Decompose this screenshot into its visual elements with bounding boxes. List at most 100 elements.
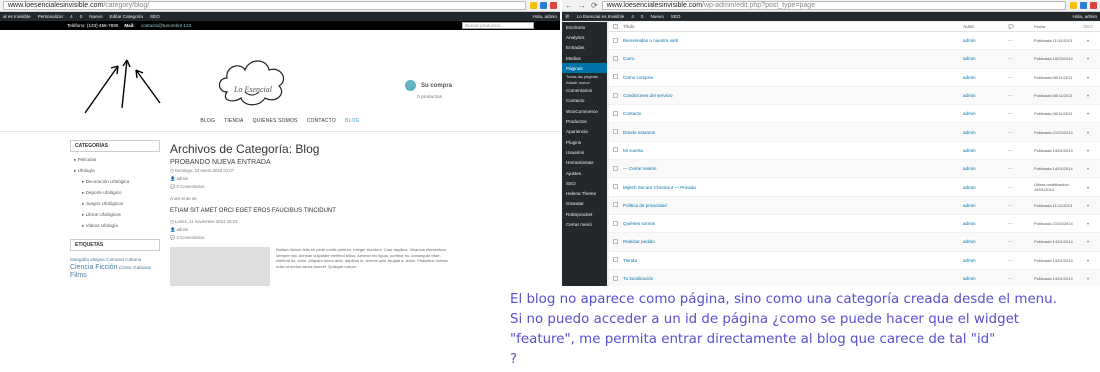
subcategory-item[interactable]: ▸ Juegos Ufológicos [82,201,160,207]
cloud-logo[interactable] [215,50,290,112]
page-title-link[interactable]: Cómo comprar [623,75,963,80]
sidebar-item-comentarios[interactable]: Comentarios [562,85,607,95]
sidebar-item-roksprocket[interactable]: RokSprocket [562,209,607,219]
page-title-link[interactable]: Condiciones del servicio [623,93,963,98]
admin-bar-comments[interactable]: 0 [80,14,83,19]
table-row[interactable]: Mijireh Secure Checkout — Privada admin — Ú… [609,178,1100,197]
table-row[interactable]: — Cerrar sesión admin — Publicada 14/01/201… [609,160,1100,179]
table-row[interactable]: Política de privacidad admin — Publicada 11… [609,196,1100,215]
menu-item-quienes-somos[interactable]: QUIÉNES SOMOS [253,118,298,124]
mail-link[interactable]: contacto@tunombre.123 [141,23,191,28]
row-checkbox[interactable] [609,129,623,135]
cart-widget[interactable]: 🛒 Su compra [405,80,452,91]
row-checkbox[interactable] [609,147,623,153]
sidebar-item-ajustes[interactable]: Ajustes [562,168,607,178]
sidebar-item-herramientas[interactable]: Herramientas [562,158,607,168]
page-title-link[interactable]: Política de privacidad [623,203,963,208]
row-checkbox[interactable] [609,55,623,62]
page-author-link[interactable]: admin [963,166,1008,171]
page-author-link[interactable]: admin [963,276,1008,281]
menu-item-contacto[interactable]: CONTACTO [307,118,336,124]
page-author-link[interactable]: admin [963,221,1008,226]
page-title-link[interactable]: Bienvenidos a nuestra web [623,38,963,43]
page-author-link[interactable]: admin [963,148,1008,153]
sidebar-item-plugins[interactable]: Plugins [562,137,607,147]
sidebar-item-seo[interactable]: SEO [562,178,607,188]
menu-item-tienda[interactable]: TIENDA [224,118,244,124]
address-bar[interactable]: www.loesencialesinvisible.com/category/b… [3,1,526,10]
back-icon[interactable]: ← [565,1,573,10]
page-author-link[interactable]: admin [963,75,1008,80]
cart-title[interactable]: Su compra [421,83,452,89]
search-input[interactable]: Buscar productos... [462,22,534,29]
post-title[interactable]: ETIAM SIT AMET ORCI EGET EROS FAUCIBUS T… [170,208,460,214]
sidebar-item-woocommerce[interactable]: WooCommerce [562,106,607,116]
forward-icon[interactable]: → [578,1,586,10]
admin-bar-updates[interactable]: 4 [631,14,634,19]
row-checkbox[interactable] [609,257,623,263]
column-date[interactable]: Fecha [1034,24,1078,29]
admin-bar-seo[interactable]: SEO [150,14,160,19]
page-author-link[interactable]: admin [963,203,1008,208]
admin-bar-edit-category[interactable]: Editar Categoría [110,14,143,19]
tag-link[interactable]: Mangafia alsigna Carranat Cabana [70,257,141,262]
page-author-link[interactable]: admin [963,185,1008,190]
page-author-link[interactable]: admin [963,38,1008,43]
admin-bar-site[interactable]: al es Invisible [3,14,31,19]
admin-bar-new[interactable]: Nuevo [89,14,102,19]
subcategory-item[interactable]: ▸ Libros Ufológicos [82,212,160,218]
extension-icon[interactable] [1080,2,1087,9]
page-author-link[interactable]: admin [963,258,1008,263]
table-row[interactable]: Mi cuenta admin — Publicada 14/01/2014 ● [609,142,1100,161]
extension-icon[interactable] [540,2,547,9]
sidebar-item-analytics[interactable]: Analytics [562,32,607,42]
page-author-link[interactable]: admin [963,239,1008,244]
column-title[interactable]: Título [623,24,963,29]
tag-link[interactable]: Films [70,272,87,279]
table-row[interactable]: Quiénes somos admin — Publicada 21/03/2014 ● [609,215,1100,234]
row-checkbox[interactable] [609,220,623,227]
tag-link[interactable]: Ciencia Ficción [70,264,117,271]
page-title-link[interactable]: Contacto [623,111,963,116]
admin-bar-comments[interactable]: 0 [641,14,644,19]
table-row[interactable]: Condiciones del servicio admin — Publicada … [609,86,1100,106]
reload-icon[interactable]: ⟳ [591,1,598,10]
table-row[interactable]: Realizar pedido admin — Publicada 14/01/201… [609,233,1100,252]
extension-icon[interactable] [550,2,557,9]
sidebar-item-entradas[interactable]: Entradas [562,43,607,53]
table-row[interactable]: Contacto admin — Publicada 08/11/2013 ● [609,105,1100,124]
page-author-link[interactable]: admin [963,56,1008,61]
cart-icon[interactable]: 🛒 [405,80,416,91]
admin-bar-new[interactable]: Nuevo [650,14,663,19]
admin-bar-customize[interactable]: Personalizar [38,14,64,19]
star-icon[interactable] [530,2,537,9]
sidebar-item-gravatar[interactable]: Gravatar [562,199,607,209]
page-title-link[interactable]: — Cerrar sesión [623,166,963,171]
page-title-link[interactable]: Tienda [623,258,963,263]
subcategory-item[interactable]: ▸ Videos Ufología [82,223,160,229]
sidebar-item-paginas[interactable]: Páginas [562,63,607,74]
row-checkbox[interactable] [609,184,623,190]
sidebar-item-cerrar-menu[interactable]: Cerrar menú [562,219,607,229]
extension-icon[interactable] [1090,2,1097,9]
post-title[interactable]: PROBANDO NUEVA ENTRADA [170,159,460,166]
page-title-link[interactable]: Quiénes somos [623,221,963,226]
sidebar-item-medios[interactable]: Medios [562,53,607,63]
row-checkbox[interactable] [609,202,623,208]
row-checkbox[interactable] [609,165,623,172]
page-title-link[interactable]: Tu localización [623,276,963,281]
wp-logo-icon[interactable]: Ⓦ [565,14,570,20]
sidebar-item-usuarios[interactable]: Usuarios [562,147,607,157]
page-author-link[interactable]: admin [963,111,1008,116]
page-title-link[interactable]: Mi cuenta [623,148,963,153]
page-title-link[interactable]: Dónde estamos [623,130,963,135]
sidebar-item-apariencia[interactable]: Apariencia [562,127,607,137]
row-checkbox[interactable] [609,92,623,99]
admin-bar-seo[interactable]: SEO [671,14,681,19]
row-checkbox[interactable] [609,238,623,245]
menu-item-blog[interactable]: BLOG [200,118,215,124]
table-row[interactable]: Tu localización admin — Publicada 14/01/201… [609,269,1100,286]
page-author-link[interactable]: admin [963,130,1008,135]
admin-greeting[interactable]: Hola, admin [532,14,557,19]
table-row[interactable]: Tienda admin — Publicada 14/01/2014 ● [609,252,1100,270]
